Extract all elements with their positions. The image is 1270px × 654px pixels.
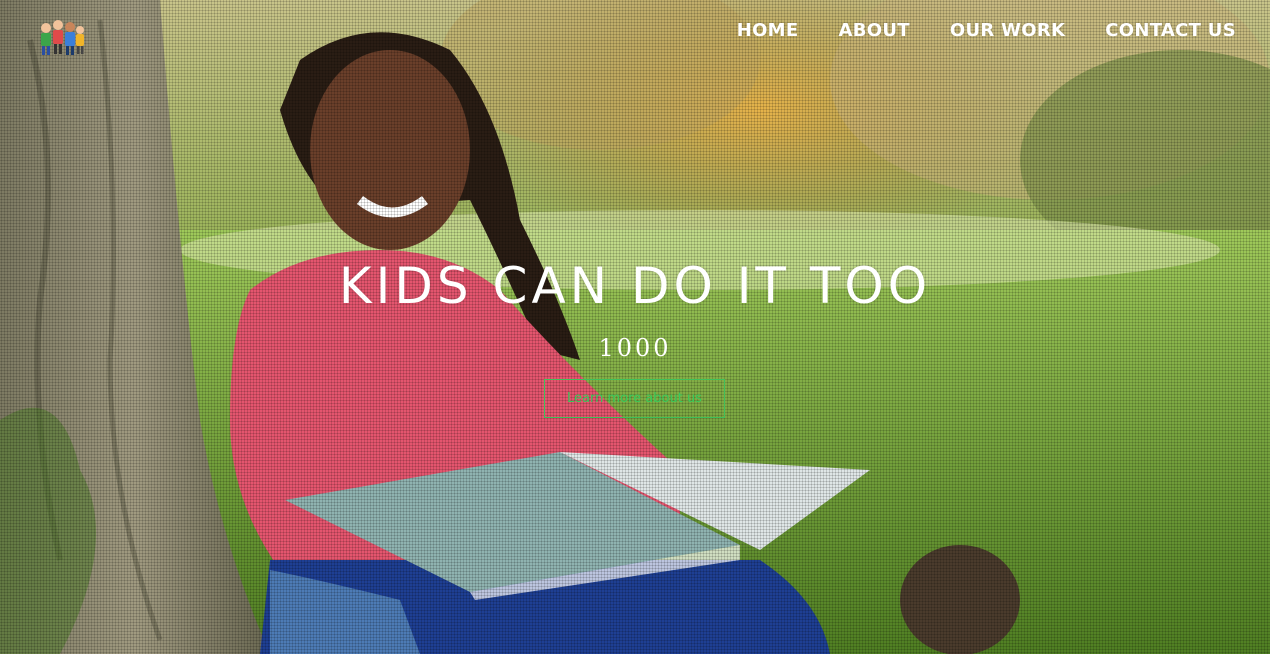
main-navigation: HOME ABOUT OUR WORK CONTACT US — [717, 20, 1236, 42]
kids-group-logo-icon — [36, 20, 86, 62]
nav-item-home[interactable]: HOME — [717, 20, 819, 42]
hero-subtitle: 1000 — [598, 334, 672, 362]
hero-title: KIDS CAN DO IT TOO — [338, 257, 932, 315]
hero-background-image — [0, 0, 1270, 654]
nav-item-our-work[interactable]: OUR WORK — [930, 20, 1085, 42]
nav-item-contact-us[interactable]: CONTACT US — [1085, 20, 1236, 42]
learn-more-button[interactable]: Learn more about us — [544, 379, 725, 418]
site-logo[interactable] — [36, 18, 86, 58]
hero-section: HOME ABOUT OUR WORK CONTACT US KIDS CAN … — [0, 0, 1270, 654]
nav-item-about[interactable]: ABOUT — [818, 20, 929, 42]
